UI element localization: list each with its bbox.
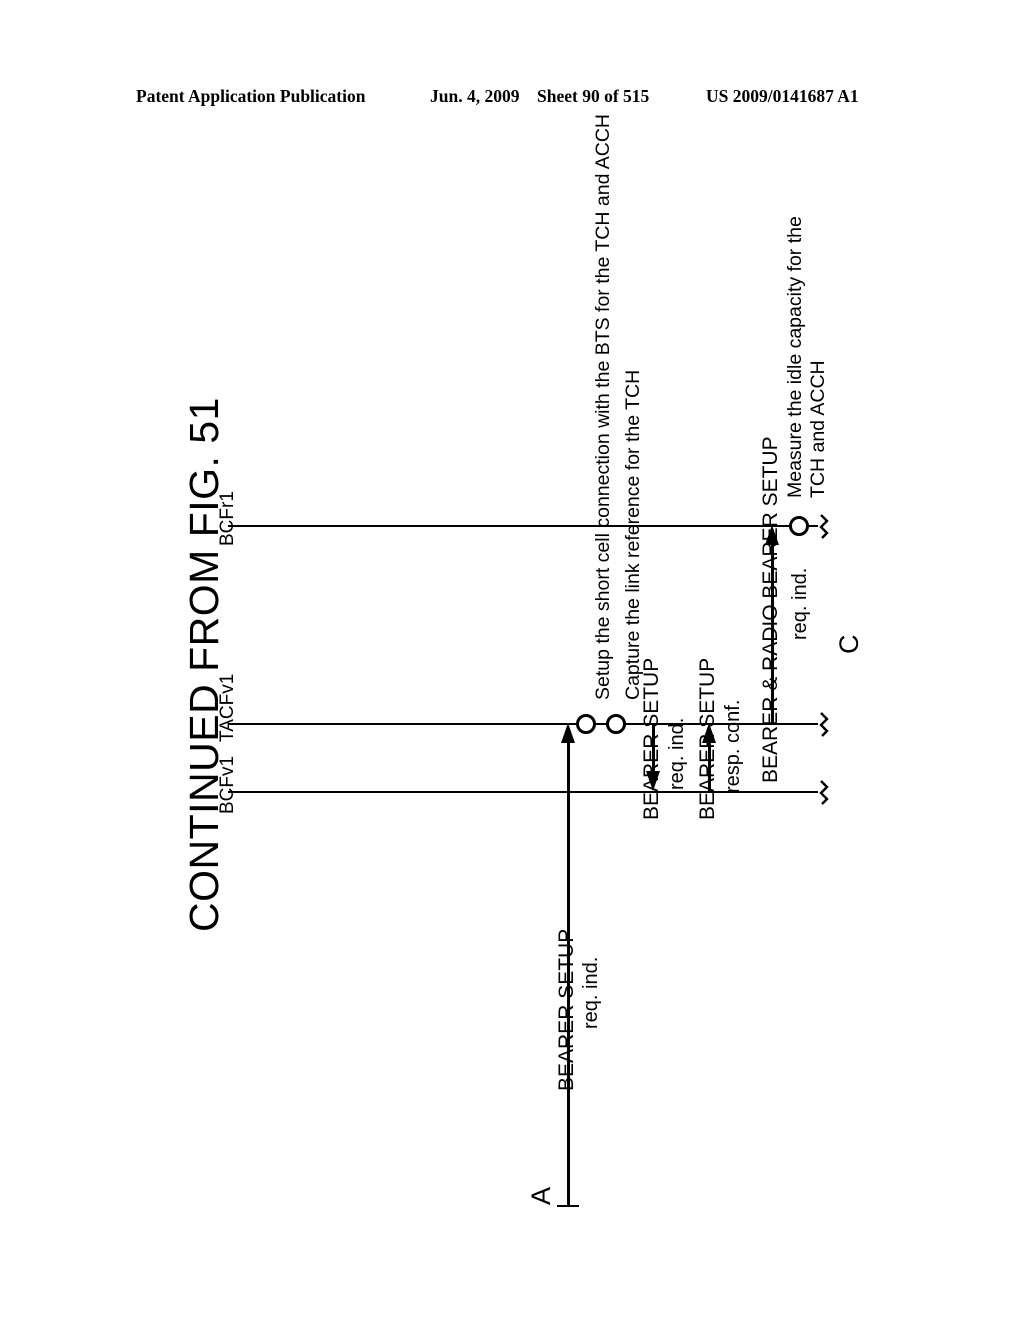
message-label-3-sub: resp. conf. bbox=[722, 699, 744, 793]
message-label-4-sub: req. ind. bbox=[789, 567, 811, 640]
connector-label-c: C bbox=[834, 634, 864, 655]
message-label-2-sub: req. ind. bbox=[666, 717, 688, 790]
annotation-measure-idle-capacity-line1: Measure the idle capacity for the bbox=[784, 216, 806, 498]
annotation-measure-idle-capacity-line2: TCH and ACCH bbox=[807, 360, 829, 498]
connector-label-a: A bbox=[526, 1186, 556, 1205]
annotation-capture-link-reference: Capture the link reference for the TCH bbox=[622, 369, 644, 700]
message-label-2-name: BEARER SETUP bbox=[640, 657, 663, 820]
lifeline-end-bcfv1 bbox=[818, 779, 834, 805]
sequence-diagram: CONTINUED FROM FIG. 51 BCFv1 TACFv1 BCFr… bbox=[0, 0, 1024, 1320]
state-circle-measure-idle-capacity bbox=[789, 516, 809, 536]
lifeline-end-bcfr1 bbox=[818, 513, 834, 539]
lifeline-end-tacfv1 bbox=[818, 711, 834, 737]
lifeline-label-tacfv1: TACFv1 bbox=[217, 673, 238, 742]
message-label-1-sub: req. ind. bbox=[580, 956, 602, 1029]
lifeline-bcfr1 bbox=[228, 525, 818, 527]
message-label-3-name: BEARER SETUP bbox=[696, 657, 719, 820]
message-label-1-name: BEARER SETUP bbox=[555, 928, 578, 1091]
state-circle-setup-connection bbox=[576, 714, 596, 734]
state-circle-capture-link-ref bbox=[606, 714, 626, 734]
lifeline-label-bcfr1: BCFr1 bbox=[217, 491, 238, 546]
annotation-setup-short-cell: Setup the short cell connection with the… bbox=[592, 113, 614, 700]
lifeline-label-bcfv1: BCFv1 bbox=[217, 755, 238, 814]
message-arrowhead-1 bbox=[561, 723, 575, 743]
message-label-4-name: BEARER & RADIO BEARER SETUP bbox=[759, 436, 782, 783]
state-connector-segment bbox=[596, 723, 606, 725]
figure-title: CONTINUED FROM FIG. 51 bbox=[181, 397, 227, 932]
